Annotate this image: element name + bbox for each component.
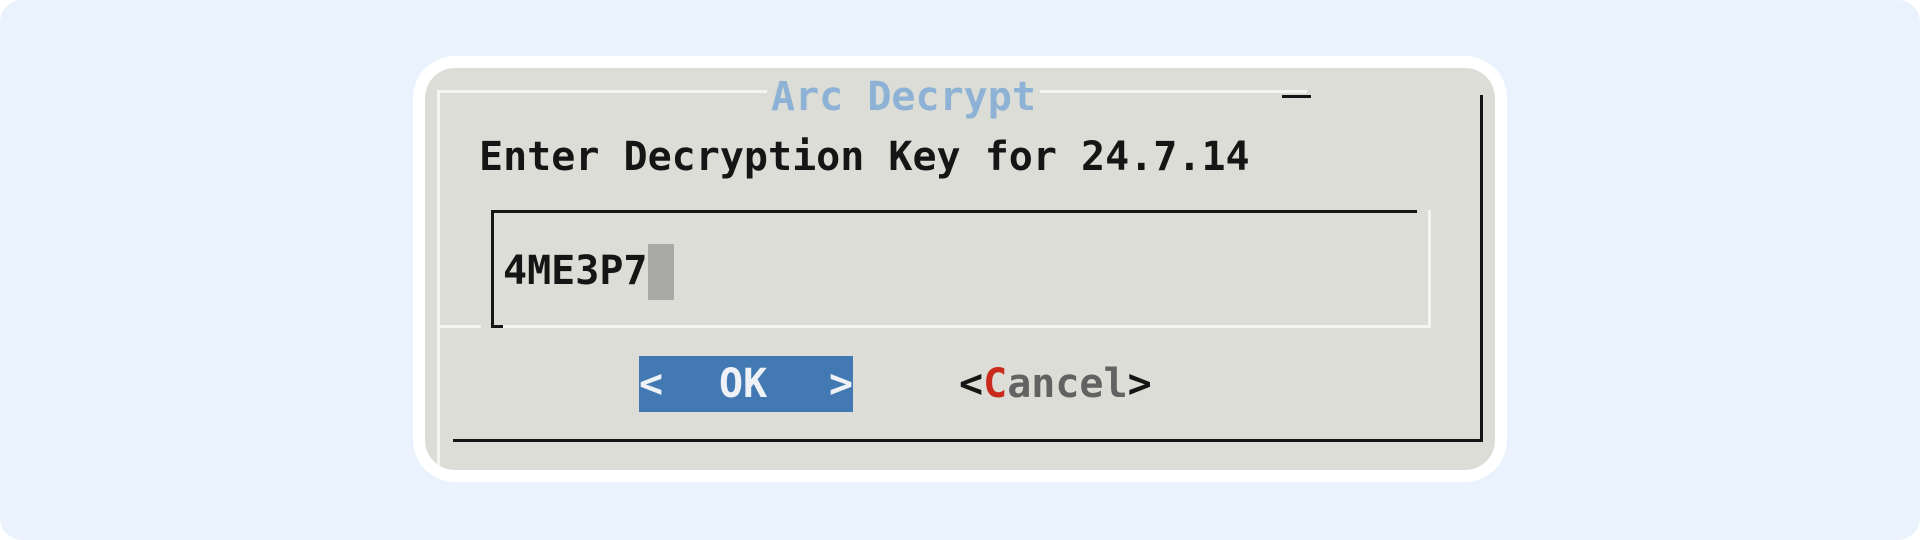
cancel-hotkey: C (983, 361, 1008, 407)
dialog-border-bottom (453, 439, 1483, 442)
cancel-label: ancel (1007, 361, 1128, 407)
cancel-left-bracket: < (959, 361, 984, 407)
ok-left-bracket: < (639, 361, 664, 407)
text-cursor (647, 244, 674, 300)
ok-right-bracket: > (829, 361, 854, 407)
cancel-button[interactable]: <Cancel> (959, 356, 1152, 412)
input-border-top (491, 210, 1417, 213)
dialog-title: Arc Decrypt (767, 74, 1040, 120)
input-value-text: 4ME3P7 (503, 248, 648, 294)
decrypt-dialog: Arc Decrypt Enter Decryption Key for 24.… (425, 68, 1495, 470)
ok-label: OK (719, 361, 768, 407)
input-value-row: 4ME3P7 (503, 244, 674, 300)
dialog-border-right (1480, 95, 1483, 442)
ok-button[interactable]: < OK > (639, 356, 853, 412)
input-border-left (491, 210, 494, 328)
input-border-bottom-corner (491, 325, 503, 328)
dialog-border-left (437, 90, 440, 468)
dialog-border-top-right (1282, 95, 1311, 98)
input-border-right (1428, 210, 1431, 328)
separator-left (437, 325, 481, 328)
prompt-label: Enter Decryption Key for 24.7.14 (479, 134, 1250, 180)
cancel-right-bracket: > (1127, 361, 1152, 407)
input-border-bottom (503, 325, 1431, 328)
